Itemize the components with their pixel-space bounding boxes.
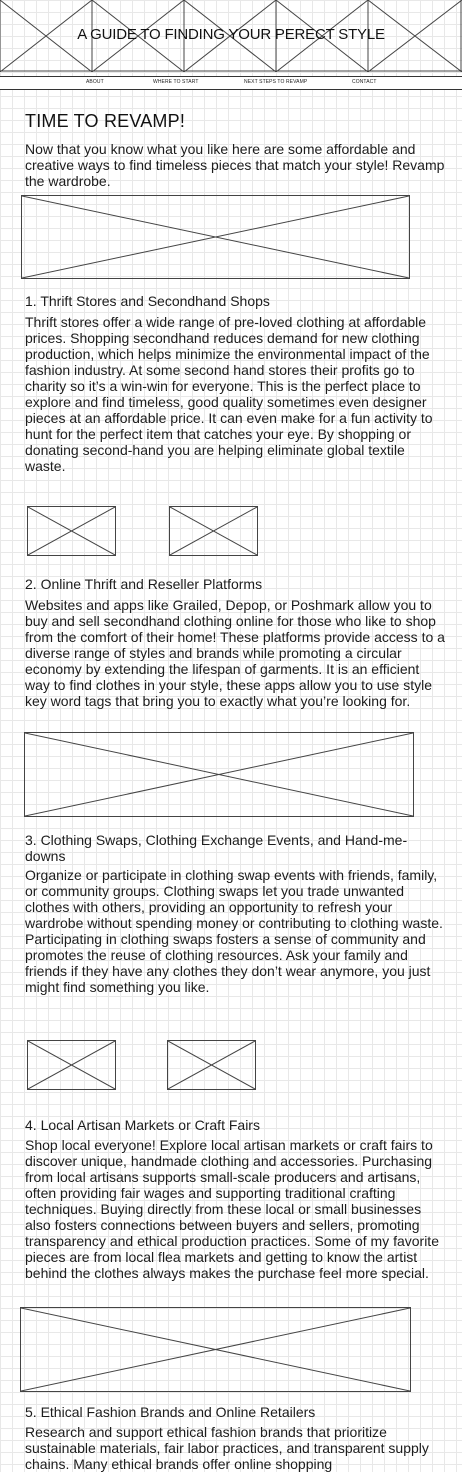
section-5-body: Research and support ethical fashion bra… (25, 1424, 429, 1472)
section-2-title: 2. Online Thrift and Reseller Platforms (25, 576, 263, 592)
image-placeholder (167, 1040, 256, 1090)
nav-item-contact[interactable]: CONTACT (352, 79, 377, 85)
nav-item-next-steps[interactable]: NEXT STEPS TO REVAMP (244, 79, 307, 85)
page-heading: TIME TO REVAMP! (25, 111, 186, 131)
site-title: A GUIDE TO FINDING YOUR PERECT STYLE (77, 26, 385, 43)
section-1-body: Thrift stores offer a wide range of pre-… (25, 314, 433, 474)
nav-item-where-to-start[interactable]: WHERE TO START (153, 79, 198, 85)
nav-item-about[interactable]: ABOUT (86, 79, 104, 85)
image-placeholder (27, 506, 116, 556)
image-placeholder (20, 1307, 411, 1392)
image-placeholder (24, 732, 414, 817)
section-4-body: Shop local everyone! Explore local artis… (25, 1137, 439, 1281)
image-placeholder (21, 195, 410, 279)
intro-paragraph: Now that you know what you like here are… (25, 141, 445, 189)
image-placeholder (27, 1040, 116, 1090)
section-5-title: 5. Ethical Fashion Brands and Online Ret… (25, 1404, 316, 1420)
section-4-title: 4. Local Artisan Markets or Craft Fairs (25, 1117, 260, 1133)
nav-bar: ABOUT WHERE TO START NEXT STEPS TO REVAM… (0, 76, 462, 90)
section-2-body: Websites and apps like Grailed, Depop, o… (25, 597, 445, 709)
image-placeholder (169, 506, 258, 556)
section-3-title: 3. Clothing Swaps, Clothing Exchange Eve… (25, 832, 408, 864)
section-3-body: Organize or participate in clothing swap… (25, 867, 443, 995)
section-1-title: 1. Thrift Stores and Secondhand Shops (25, 293, 270, 309)
